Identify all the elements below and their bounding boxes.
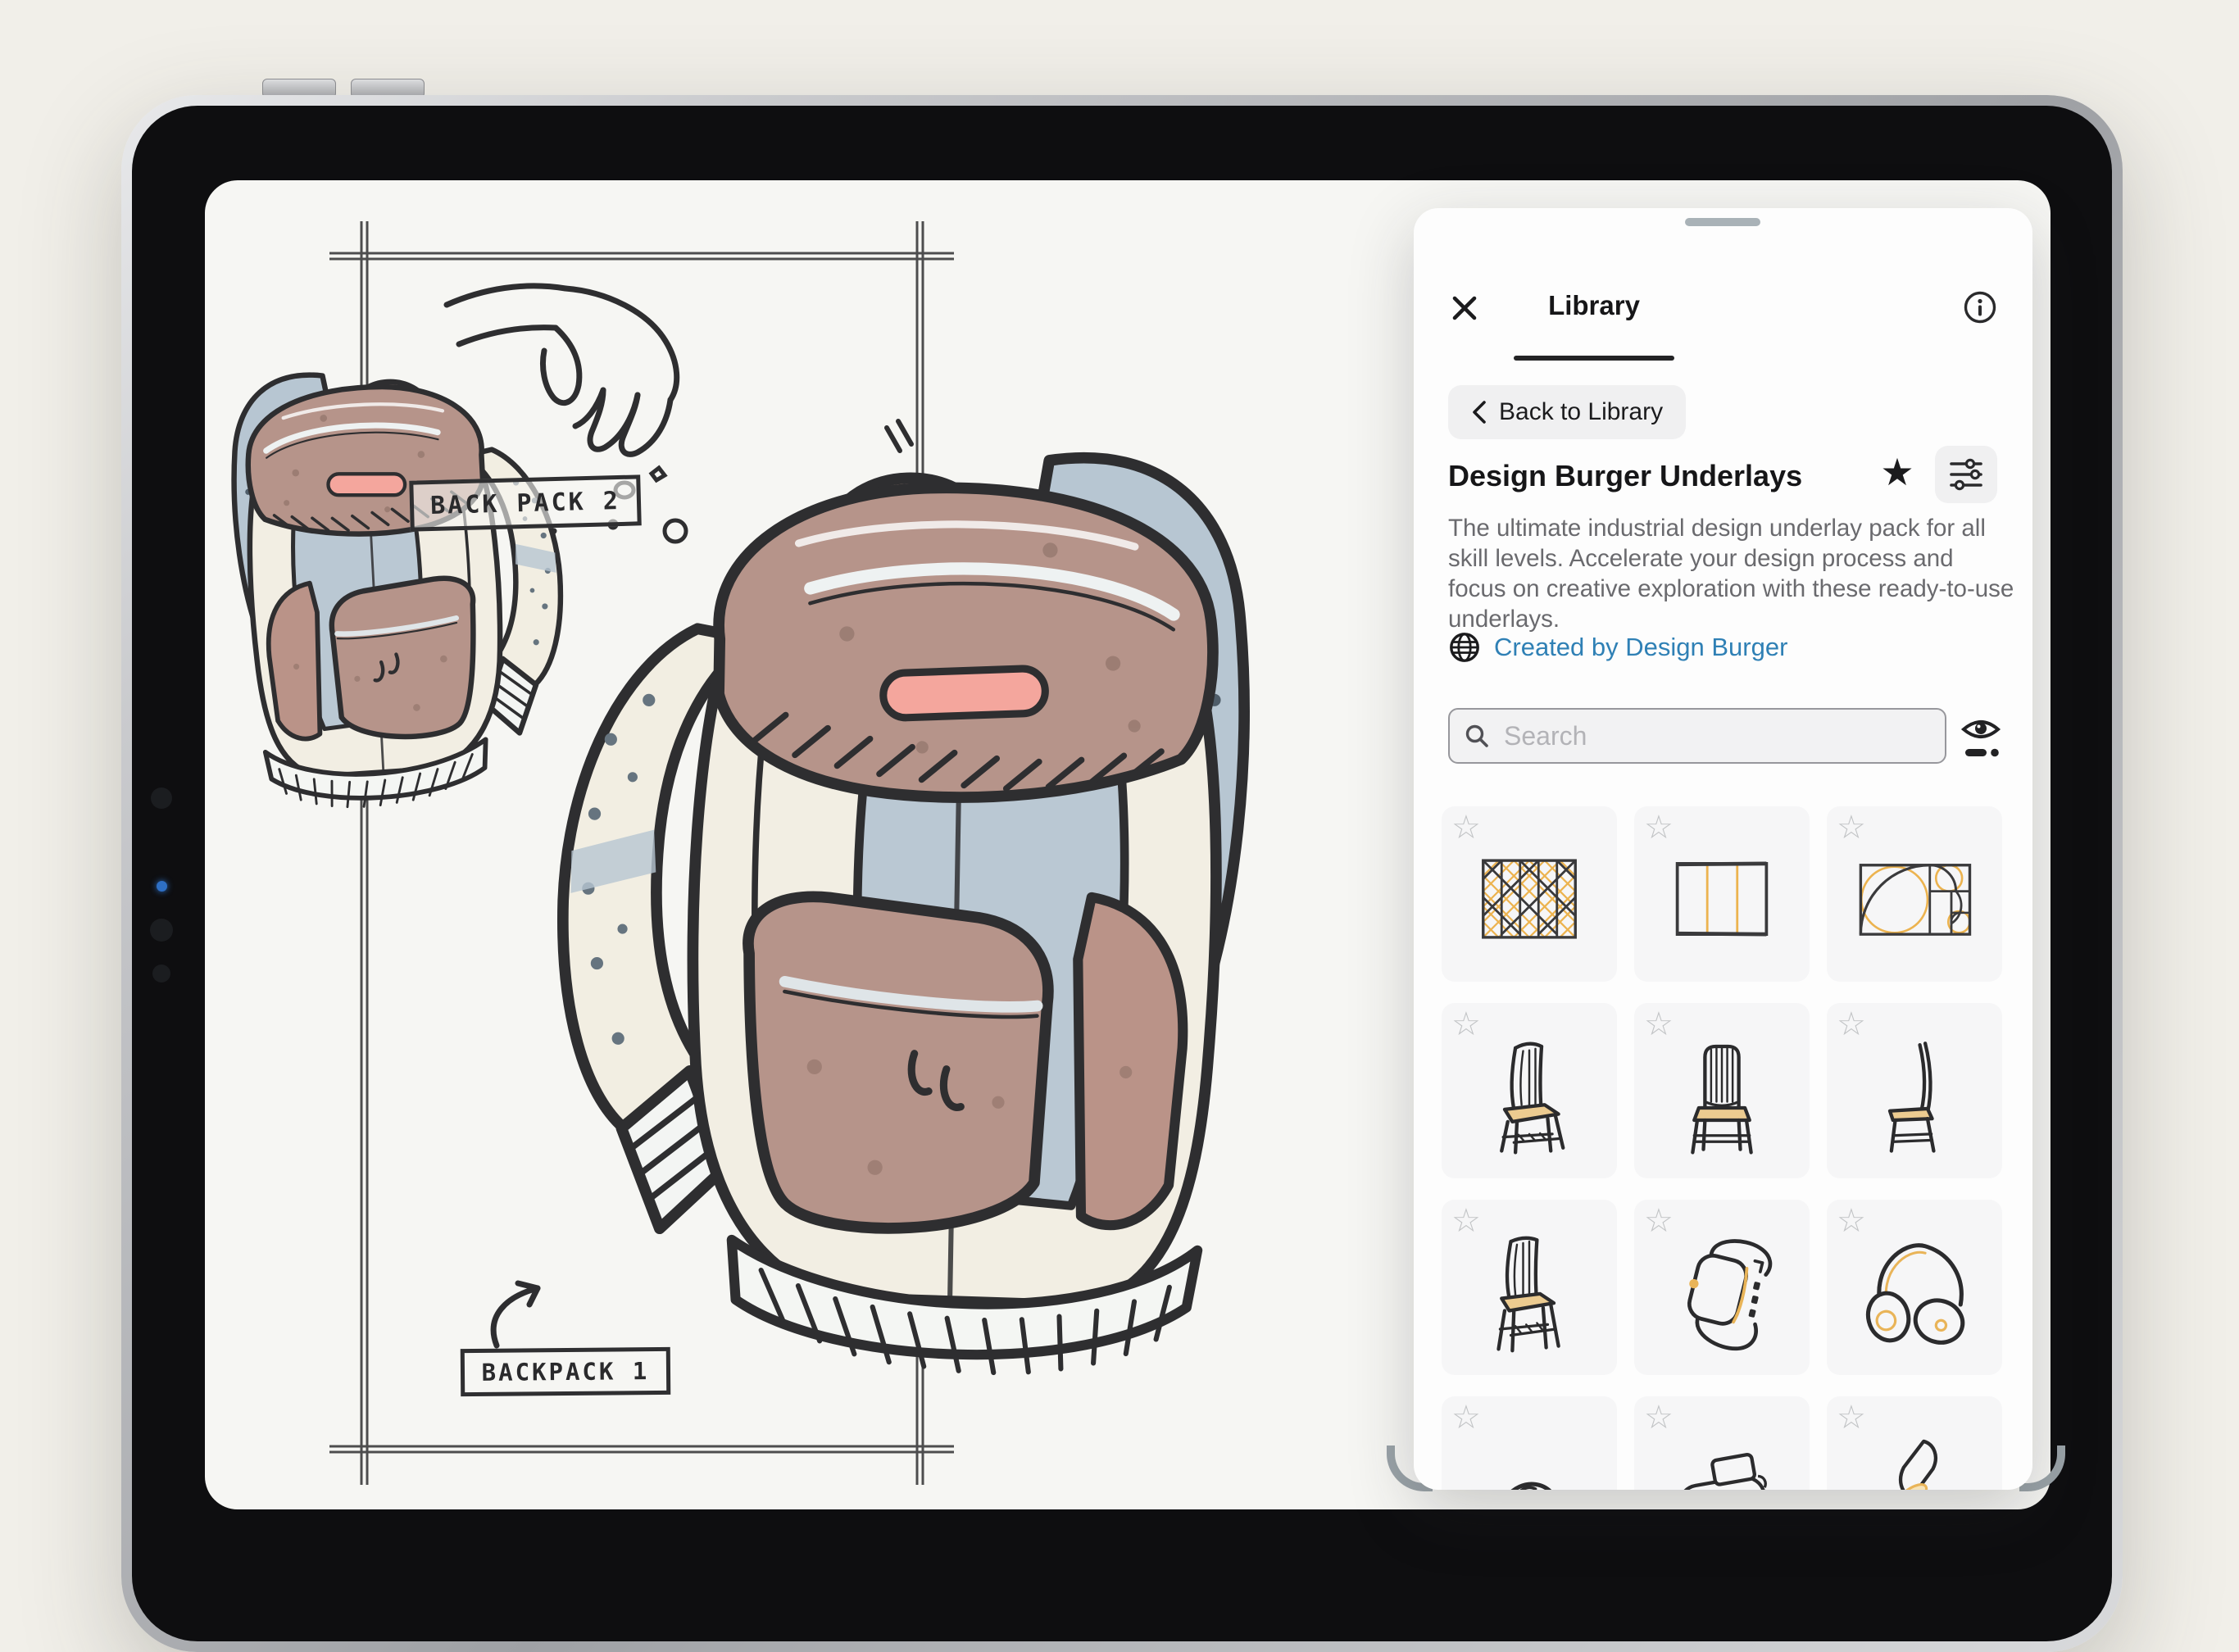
globe-icon [1448, 631, 1481, 664]
tab-library-label: Library [1548, 290, 1640, 320]
star-filled-icon: ★ [1880, 450, 1914, 494]
underlay-thumbnail [1853, 1231, 1976, 1354]
camera-indicator-icon [157, 881, 167, 892]
underlay-thumbnail [1853, 1427, 1976, 1490]
search-icon [1465, 724, 1489, 748]
chevron-left-icon [1471, 400, 1487, 424]
underlay-thumbnail [1468, 1034, 1591, 1157]
front-camera-icon [151, 787, 172, 809]
underlay-card-chair-front[interactable]: ☆ [1634, 1003, 1810, 1178]
underlay-card-headphones[interactable]: ☆ [1827, 1200, 2002, 1375]
info-button[interactable] [1961, 288, 1999, 326]
underlay-grid: ☆ ☆ ☆ ☆ ☆ ☆ ☆ [1442, 806, 2007, 1490]
tab-library[interactable]: Library [1512, 290, 1676, 321]
underlay-card-chair-side[interactable]: ☆ [1827, 1003, 2002, 1178]
underlay-card-camera-gadget[interactable]: ☆ [1634, 1396, 1810, 1490]
underlay-card-triangle-grid-pattern[interactable]: ☆ [1442, 806, 1617, 982]
credit-row: Created by Design Burger [1448, 631, 1787, 664]
underlay-thumbnail [1660, 837, 1783, 960]
underlay-card-thirds-grid[interactable]: ☆ [1634, 806, 1810, 982]
creator-link[interactable]: Created by Design Burger [1494, 633, 1787, 662]
pack-description: The ultimate industrial design underlay … [1448, 513, 2015, 634]
sketch-label-backpack1: BACKPACK 1 [461, 1347, 670, 1396]
underlay-thumbnail [1853, 837, 1976, 960]
sensor-icon-1 [150, 919, 173, 942]
underlay-visibility-button[interactable] [1956, 711, 2005, 762]
underlay-thumbnail [1468, 1427, 1591, 1490]
reaching-hand [447, 286, 677, 454]
close-button[interactable] [1446, 290, 1483, 326]
underlay-card-chair-three-quarter[interactable]: ☆ [1442, 1003, 1617, 1178]
sketch-label-backpack2: BACK PACK 2 [409, 474, 642, 531]
large-backpack [555, 449, 1248, 1377]
close-icon [1451, 294, 1478, 322]
underlay-thumbnail [1468, 1231, 1591, 1354]
drag-handle[interactable] [1685, 218, 1760, 226]
underlay-card-smartwatch[interactable]: ☆ [1634, 1200, 1810, 1375]
search-bar [1448, 708, 1946, 764]
tab-underline [1514, 356, 1674, 361]
info-icon [1963, 290, 1997, 324]
back-to-library-button[interactable]: Back to Library [1448, 385, 1686, 439]
underlay-thumbnail [1660, 1231, 1783, 1354]
underlay-card-backpack-sketch[interactable]: ☆ [1442, 1396, 1617, 1490]
curved-arrow [493, 1283, 538, 1346]
small-backpack [228, 362, 571, 812]
filter-settings-button[interactable] [1935, 446, 1997, 503]
back-to-library-label: Back to Library [1499, 398, 1663, 426]
pack-title: Design Burger Underlays [1448, 459, 1802, 493]
underlay-thumbnail [1468, 837, 1591, 960]
underlay-card-desk-lamp[interactable]: ☆ [1827, 1396, 2002, 1490]
eye-visibility-icon [1959, 713, 2003, 760]
sliders-icon [1948, 457, 1984, 492]
search-input[interactable] [1502, 720, 1930, 752]
underlay-thumbnail [1660, 1427, 1783, 1490]
library-panel: Library Back to Library Design Burger Un… [1414, 208, 2032, 1490]
favorite-button[interactable]: ★ [1873, 447, 1922, 497]
underlay-thumbnail [1660, 1034, 1783, 1157]
underlay-thumbnail [1853, 1034, 1976, 1157]
sensor-icon-2 [152, 964, 170, 983]
underlay-card-chair-rear[interactable]: ☆ [1442, 1200, 1617, 1375]
underlay-card-golden-ratio-spiral[interactable]: ☆ [1827, 806, 2002, 982]
